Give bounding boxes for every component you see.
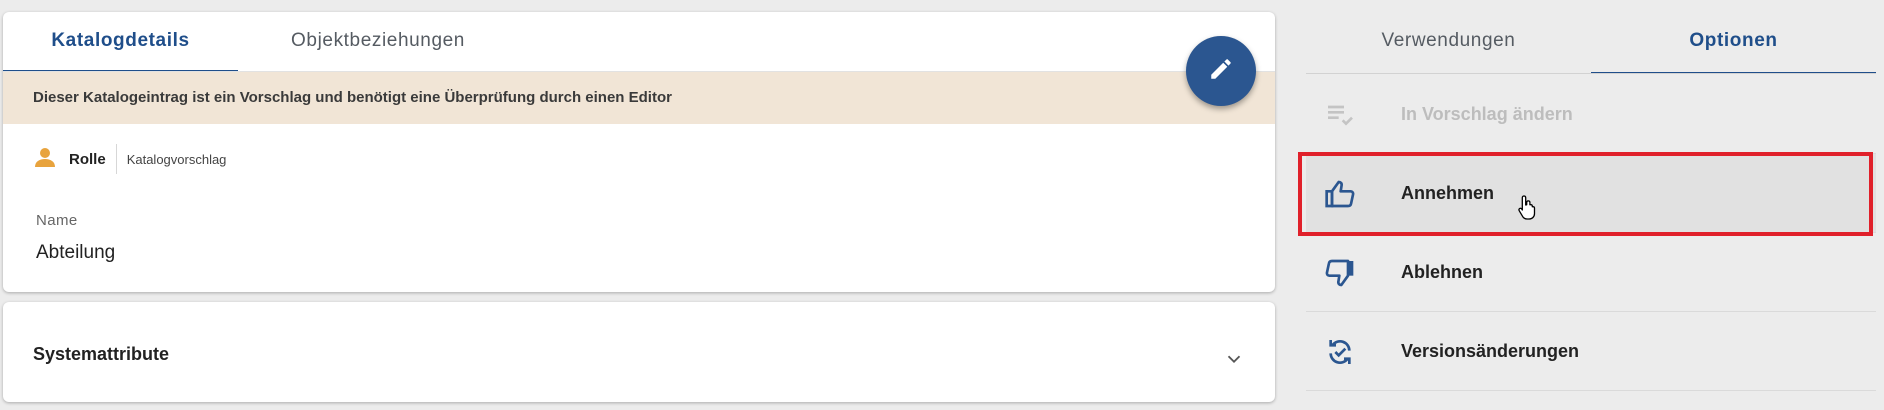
right-tab-bar: Verwendungen Optionen (1306, 12, 1876, 74)
left-tab-bar: Katalogdetails Objektbeziehungen (3, 12, 1275, 72)
tab-katalogdetails[interactable]: Katalogdetails (3, 12, 238, 72)
option-change-to-proposal: In Vorschlag ändern (1306, 75, 1876, 154)
catalog-details-card: Katalogdetails Objektbeziehungen Dieser … (3, 12, 1275, 292)
right-tab-divider (1306, 73, 1876, 74)
tab-objektbeziehungen[interactable]: Objektbeziehungen (238, 12, 518, 72)
name-field-label: Name (36, 212, 78, 229)
thumb-down-icon (1324, 257, 1356, 289)
system-attributes-panel[interactable]: Systemattribute (3, 302, 1275, 402)
meta-divider (115, 144, 117, 174)
option-label: Annehmen (1401, 183, 1495, 203)
option-label: Versionsänderungen (1401, 341, 1580, 361)
option-label: In Vorschlag ändern (1401, 104, 1573, 124)
tab-optionen[interactable]: Optionen (1591, 12, 1876, 74)
entry-type-label: Rolle (69, 150, 106, 168)
chevron-down-icon[interactable] (1223, 348, 1245, 375)
pencil-icon (1208, 56, 1234, 87)
sync-check-icon (1324, 336, 1356, 368)
playlist-check-icon (1324, 99, 1356, 131)
option-reject[interactable]: Ablehnen (1306, 233, 1876, 312)
entry-status: Katalogvorschlag (126, 151, 227, 167)
person-icon (33, 145, 57, 174)
edit-button[interactable] (1186, 36, 1256, 106)
entry-type-row: Rolle Katalogvorschlag (33, 142, 226, 176)
system-attributes-title: Systemattribute (33, 344, 170, 364)
option-label: Ablehnen (1401, 262, 1484, 282)
name-field-value: Abteilung (36, 242, 116, 263)
thumb-up-icon (1324, 178, 1356, 210)
option-accept[interactable]: Annehmen (1306, 154, 1876, 233)
option-version-changes[interactable]: Versionsänderungen (1306, 312, 1876, 391)
proposal-banner: Dieser Katalogeintrag ist ein Vorschlag … (3, 72, 1275, 124)
tab-verwendungen[interactable]: Verwendungen (1306, 12, 1591, 74)
hand-cursor-icon (1517, 194, 1539, 225)
